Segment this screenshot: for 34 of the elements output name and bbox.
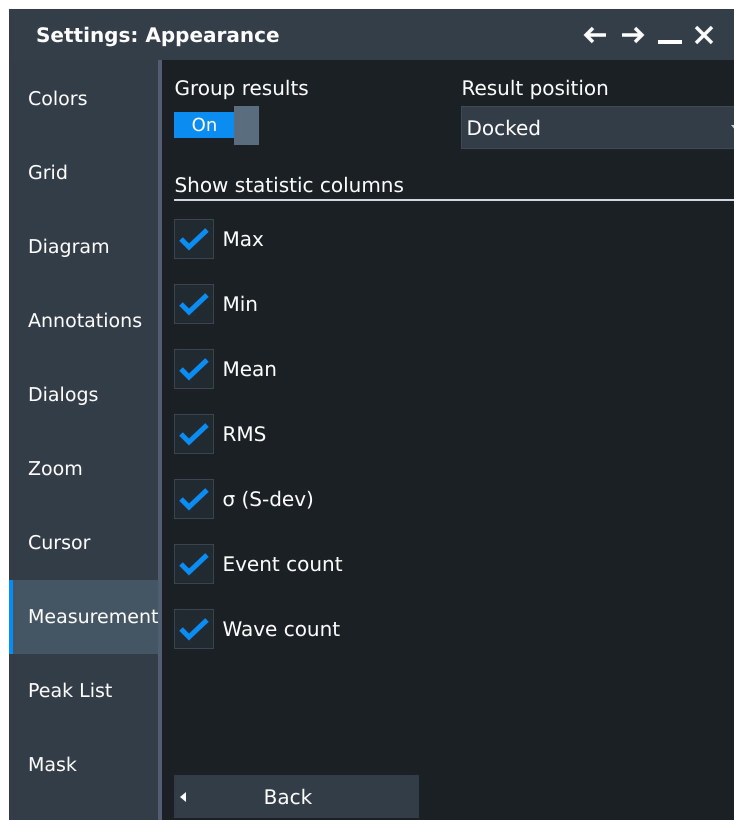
sidebar-item[interactable]: Dialogs — [9, 358, 158, 432]
group-results-label: Group results — [174, 76, 310, 100]
checkbox[interactable] — [174, 349, 214, 389]
sidebar-item[interactable]: Cursor — [9, 506, 158, 580]
checkbox[interactable] — [174, 219, 214, 259]
checkbox-label: σ (S-dev) — [222, 487, 314, 511]
checkbox-label: Min — [222, 292, 258, 316]
sidebar-item[interactable]: Zoom — [9, 432, 158, 506]
section-heading: Show statistic columns — [174, 173, 734, 201]
forward-arrow-icon[interactable] — [620, 24, 646, 44]
back-button[interactable]: Back — [174, 775, 420, 818]
close-icon[interactable] — [694, 24, 714, 44]
sidebar-item[interactable]: Annotations — [9, 284, 158, 358]
left-triangle-icon — [180, 792, 186, 802]
checkbox-label: Event count — [222, 552, 343, 576]
checkbox[interactable] — [174, 609, 214, 649]
sidebar-item[interactable]: Measurement — [9, 580, 158, 654]
result-position-dropdown[interactable]: Docked — [461, 106, 734, 149]
checkbox[interactable] — [174, 284, 214, 324]
window-title: Settings: Appearance — [36, 22, 280, 46]
sidebar-item[interactable]: Diagram — [9, 210, 158, 284]
back-arrow-icon[interactable] — [582, 24, 608, 44]
checkbox-label: Mean — [222, 357, 277, 381]
checkbox[interactable] — [174, 414, 214, 454]
checkbox[interactable] — [174, 479, 214, 519]
result-position-label: Result position — [461, 76, 610, 100]
checkbox-label: RMS — [222, 422, 266, 446]
sidebar-item[interactable]: Colors — [9, 62, 158, 136]
sidebar-item[interactable]: Mask — [9, 728, 158, 802]
checkbox-label: Max — [222, 227, 264, 251]
checkbox[interactable] — [174, 544, 214, 584]
checkbox-label: Wave count — [222, 617, 340, 641]
sidebar-item[interactable]: Peak List — [9, 654, 158, 728]
sidebar-item[interactable]: Grid — [9, 136, 158, 210]
